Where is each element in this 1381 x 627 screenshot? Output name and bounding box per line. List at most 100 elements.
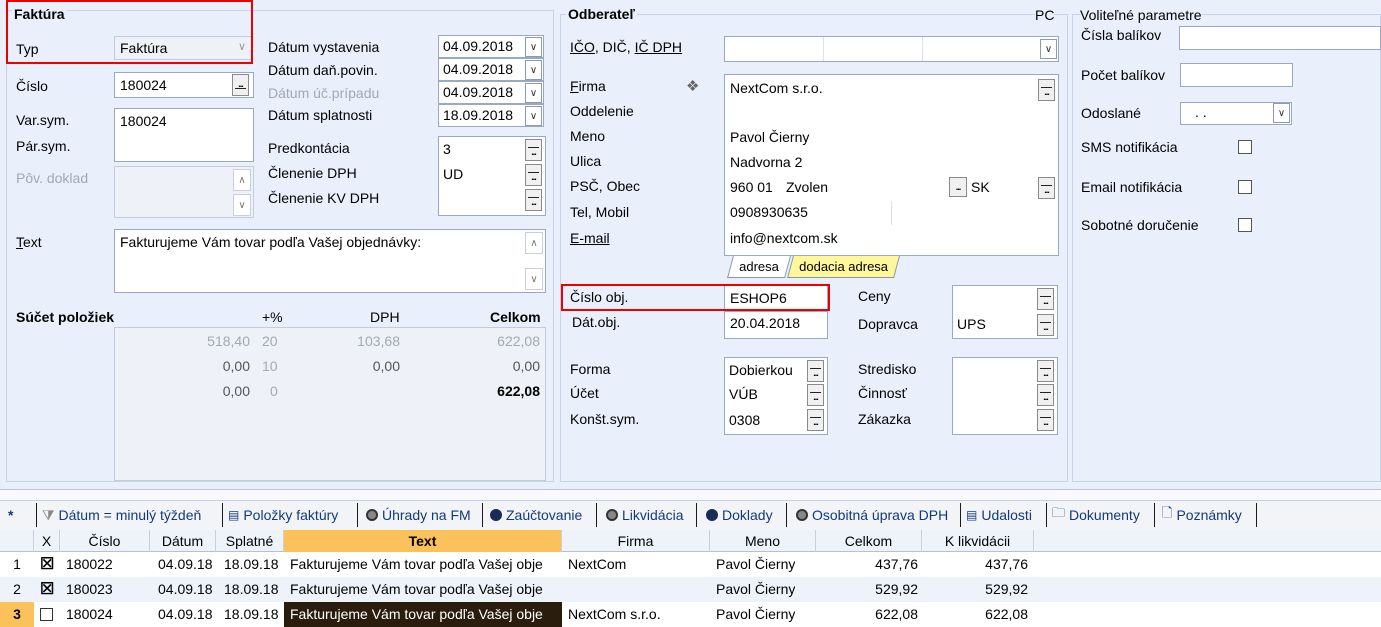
row-checkbox[interactable]: ☒: [40, 582, 54, 598]
grid-header-rownum: [0, 530, 34, 552]
grid-header-firma[interactable]: Firma: [562, 530, 710, 552]
meno-label: Meno: [570, 128, 606, 144]
table-row[interactable]: 2 ☒ 180023 04.09.18 18.09.18 Fakturujeme…: [0, 577, 1381, 602]
ellipsis-picker-icon[interactable]: ...: [1037, 384, 1054, 406]
obec-value[interactable]: Zvolen: [786, 179, 828, 195]
chevron-down-icon[interactable]: ∨: [1040, 39, 1057, 59]
cislo-field[interactable]: 180024 ...: [114, 72, 254, 98]
tab-osobitna[interactable]: Osobitná úprava DPH: [796, 504, 948, 526]
filter-button[interactable]: ⧩ Dátum = minulý týždeň: [42, 504, 201, 526]
ellipsis-picker-icon[interactable]: ...: [1037, 409, 1054, 431]
odoslane-field[interactable]: . . ∨: [1180, 102, 1292, 125]
grid-header-cislo[interactable]: Číslo: [60, 530, 150, 552]
tab-dokumenty[interactable]: 🗀 Dokumenty: [1052, 504, 1140, 526]
cell-cislo: 180023: [66, 581, 113, 597]
tab-polozky[interactable]: ▤ Položky faktúry: [228, 504, 338, 526]
totals-pct: 0: [270, 383, 278, 399]
email-label[interactable]: E-mail: [570, 230, 610, 246]
dat-obj-field[interactable]: 20.04.2018: [724, 311, 828, 339]
tab-dodacia-adresa[interactable]: dodacia adresa: [787, 256, 900, 278]
sms-checkbox[interactable]: [1238, 140, 1252, 154]
chevron-down-icon[interactable]: ∨: [525, 106, 542, 126]
tel-divider: [891, 201, 892, 225]
chevron-down-icon[interactable]: ∨: [1273, 103, 1290, 123]
ellipsis-picker-icon[interactable]: ...: [807, 409, 824, 431]
ellipsis-picker-icon[interactable]: ...: [1037, 360, 1054, 382]
ellipsis-picker-icon[interactable]: ...: [1038, 79, 1055, 101]
chevron-down-icon[interactable]: ∨: [525, 37, 542, 57]
meno-value[interactable]: Pavol Čierny: [730, 129, 809, 145]
predkontacia-box[interactable]: 3 UD ... ... ...: [438, 136, 546, 216]
toolbar-separator: [786, 503, 787, 527]
tab-uhrady[interactable]: Úhrady na FM: [366, 504, 471, 526]
ellipsis-picker-icon[interactable]: ...: [1038, 177, 1055, 199]
totals-dph-header: DPH: [370, 309, 400, 325]
table-row[interactable]: 1 ☒ 180022 04.09.18 18.09.18 Fakturujeme…: [0, 552, 1381, 577]
grid-header-meno[interactable]: Meno: [710, 530, 816, 552]
ellipsis-picker-icon[interactable]: ...: [1037, 288, 1054, 310]
dic-link[interactable]: DIČ: [603, 39, 627, 55]
chevron-down-icon[interactable]: ∨: [525, 83, 542, 103]
varsym-field[interactable]: 180024: [114, 108, 254, 162]
email-value[interactable]: info@nextcom.sk: [730, 230, 838, 246]
cell-text: Fakturujeme Vám tovar podľa Vašej obje: [290, 581, 543, 597]
grid-header-datum[interactable]: Dátum: [150, 530, 216, 552]
tab-doklady[interactable]: Doklady: [706, 504, 773, 526]
row-checkbox[interactable]: ☒: [40, 557, 54, 573]
grid-header-text[interactable]: Text: [284, 530, 562, 552]
ico-dic-links[interactable]: IČO, DIČ, IČ DPH: [570, 39, 682, 55]
filter-label: Dátum = minulý týždeň: [58, 507, 202, 523]
ellipsis-picker-icon[interactable]: ...: [525, 164, 542, 186]
tab-poznamky[interactable]: 🗋 Poznámky: [1162, 504, 1242, 526]
ceny-dopravca-box[interactable]: ... UPS ...: [952, 285, 1058, 339]
cisla-balikov-label: Čísla balíkov: [1081, 27, 1162, 43]
ellipsis-picker-icon[interactable]: ...: [807, 384, 824, 406]
forma-ucet-box[interactable]: Dobierkou ... VÚB ... 0308 ...: [724, 357, 828, 435]
tel-label: Tel, Mobil: [570, 204, 630, 220]
ellipsis-picker-icon[interactable]: ...: [525, 139, 542, 161]
ellipsis-picker-icon[interactable]: ...: [807, 360, 824, 382]
tab-udalosti[interactable]: ▤ Udalosti: [966, 504, 1032, 526]
tab-zauctovanie[interactable]: Zaúčtovanie: [490, 504, 582, 526]
datum-vystavenia-field[interactable]: 04.09.2018 ∨: [438, 35, 544, 58]
tab-likvidacia[interactable]: Likvidácia: [606, 504, 683, 526]
icdph-link[interactable]: IČ DPH: [635, 39, 682, 55]
ellipsis-picker-icon[interactable]: ...: [232, 74, 249, 96]
grid-header-splatne[interactable]: Splatné: [216, 530, 284, 552]
tab-dokumenty-label: Dokumenty: [1069, 507, 1140, 523]
scroll-down-icon[interactable]: ∨: [525, 268, 543, 290]
grid-header-klikvidacii[interactable]: K likvidácii: [922, 530, 1034, 552]
scroll-up-icon[interactable]: ∧: [525, 232, 543, 254]
datum-danpovin-field[interactable]: 04.09.2018 ∨: [438, 58, 544, 81]
tab-adresa[interactable]: adresa: [727, 256, 791, 278]
firma-value[interactable]: NextCom s.r.o.: [730, 80, 823, 96]
row-checkbox[interactable]: [40, 608, 53, 621]
star-button[interactable]: *: [8, 504, 13, 526]
ellipsis-picker-icon[interactable]: ...: [1037, 314, 1054, 336]
pocet-balikov-field[interactable]: [1180, 63, 1293, 87]
tel-value[interactable]: 0908930635: [730, 204, 808, 220]
chevron-down-icon[interactable]: ∨: [525, 60, 542, 80]
stredisko-box[interactable]: ... ... ...: [952, 357, 1058, 435]
sobotne-checkbox[interactable]: [1238, 218, 1252, 232]
table-row-selected[interactable]: 3 180024 04.09.18 18.09.18 Fakturujeme V…: [0, 602, 1381, 627]
grid-header-celkom[interactable]: Celkom: [816, 530, 922, 552]
toolbar-separator: [482, 503, 483, 527]
ulica-value[interactable]: Nadvorna 2: [730, 154, 802, 170]
grid-header-x[interactable]: X: [34, 530, 60, 552]
ico-field[interactable]: ∨: [724, 36, 1059, 62]
cisla-balikov-field[interactable]: [1179, 26, 1381, 50]
datum-ucprip-field[interactable]: 04.09.2018 ∨: [438, 81, 544, 104]
ellipsis-picker-icon[interactable]: ...: [525, 189, 542, 211]
ellipsis-button[interactable]: ...: [949, 177, 967, 197]
text-field[interactable]: Fakturujeme Vám tovar podľa Vašej objedn…: [114, 229, 546, 293]
address-book-icon[interactable]: ❖: [686, 77, 699, 95]
email-notif-checkbox[interactable]: [1238, 180, 1252, 194]
ico-link[interactable]: IČO: [570, 39, 595, 55]
stat-value[interactable]: SK: [971, 179, 990, 195]
datum-splatnosti-field[interactable]: 18.09.2018 ∨: [438, 104, 544, 127]
totals-title: Súčet položiek: [16, 309, 115, 325]
psc-value[interactable]: 960 01: [730, 179, 773, 195]
toolbar-separator: [222, 503, 223, 527]
text-label: Text: [16, 234, 42, 250]
